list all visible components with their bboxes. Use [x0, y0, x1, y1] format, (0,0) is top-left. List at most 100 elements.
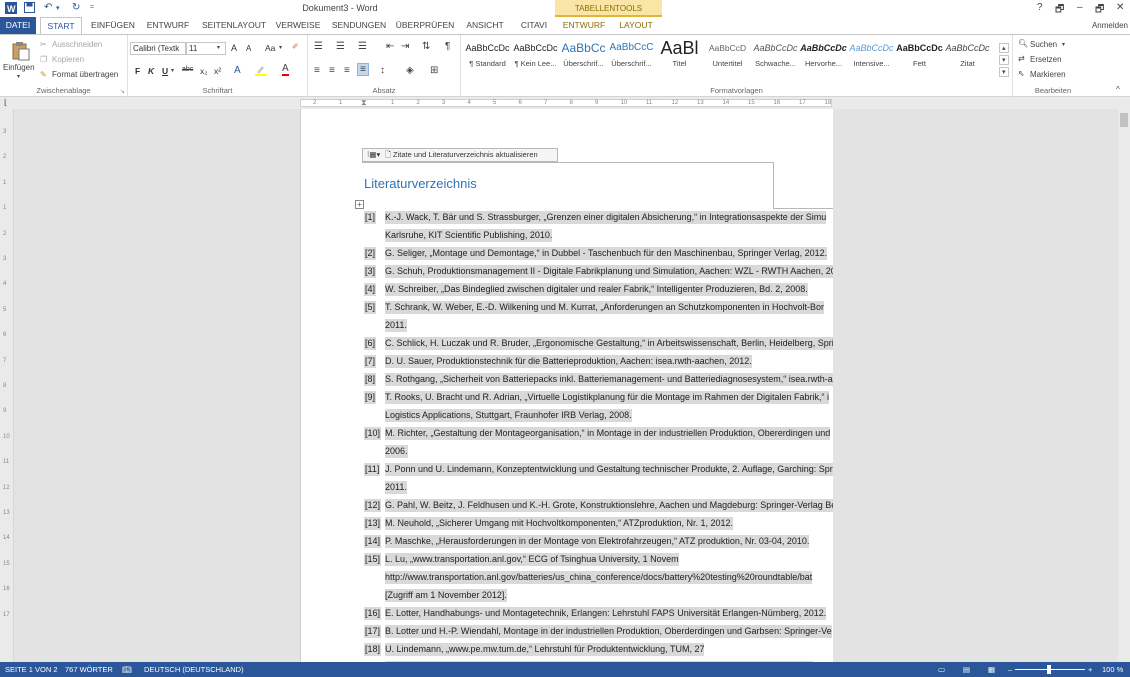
tab-start[interactable]: START [40, 17, 82, 35]
align-right-icon[interactable]: ≡ [344, 65, 350, 76]
close-button[interactable]: ✕ [1116, 2, 1124, 13]
change-case-button[interactable]: Aa [265, 43, 275, 53]
style-item[interactable]: AaBbCcC Überschrif... [608, 37, 655, 79]
tab-ansicht[interactable]: ANSICHT [462, 17, 508, 34]
style-item[interactable]: AaBbCcDc ¶ Standard [464, 37, 511, 79]
copy-icon[interactable]: ❐ [40, 55, 47, 64]
paste-button[interactable]: Einfügen [3, 63, 35, 72]
select-icon[interactable]: ⇖ [1018, 69, 1025, 78]
style-item[interactable]: AaBbCcDc Zitat [944, 37, 991, 79]
style-item[interactable]: AaBl Titel [656, 37, 703, 79]
strikethrough-button[interactable]: abc [182, 66, 193, 73]
copy-button[interactable]: Kopieren [52, 55, 84, 64]
word-count[interactable]: 767 WÖRTER [65, 662, 113, 677]
citavi-update-icon[interactable]: 🗋︎ [385, 149, 391, 161]
cut-icon[interactable]: ✂ [40, 40, 47, 49]
paste-dropdown-icon[interactable]: ▾ [17, 73, 20, 80]
citavi-update-button[interactable]: Zitate und Literaturverzeichnis aktualis… [393, 150, 538, 159]
increase-indent-icon[interactable]: ⇥ [401, 41, 409, 52]
superscript-button[interactable]: x² [214, 66, 221, 76]
help-button[interactable]: ? [1037, 2, 1043, 13]
sort-icon[interactable]: ⇅ [422, 41, 430, 52]
vertical-scrollbar[interactable] [1118, 109, 1130, 662]
font-family-select[interactable]: Calibri (Textk [130, 42, 186, 55]
clipboard-launcher-icon[interactable]: ↘ [120, 88, 125, 95]
indent-marker-icon[interactable]: ⧗ [361, 98, 367, 108]
italic-button[interactable]: K [148, 66, 154, 76]
shrink-font-button[interactable]: A [246, 44, 251, 53]
zoom-slider-knob[interactable] [1047, 665, 1051, 674]
citavi-field-icon[interactable]: ⁝▦▾ [367, 149, 380, 161]
ruler-bar[interactable]: 2 1 1 2 3 4 5 6 7 8 9 10 11 12 13 14 15 16 17 18 ⧗ [300, 98, 832, 108]
tab-ueberpruefen[interactable]: ÜBERPRÜFEN [394, 17, 456, 34]
tab-tabletools-layout[interactable]: LAYOUT [614, 17, 658, 34]
change-case-dropdown-icon[interactable]: ▾ [279, 44, 282, 51]
tab-einfuegen[interactable]: EINFÜGEN [88, 17, 138, 34]
zoom-out-button[interactable]: – [1008, 662, 1012, 677]
citavi-toolbar[interactable]: ⁝▦▾ 🗋︎ Zitate und Literaturverzeichnis a… [362, 148, 558, 162]
style-item[interactable]: AaBbCcDc ¶ Kein Lee... [512, 37, 559, 79]
format-painter-icon[interactable]: ✎ [40, 70, 47, 79]
multilevel-list-icon[interactable]: ☰ [358, 41, 367, 52]
tab-selector-icon[interactable]: ⌊ [4, 98, 7, 107]
document-page[interactable]: ⁝▦▾ 🗋︎ Zitate und Literaturverzeichnis a… [300, 109, 833, 662]
tab-verweise[interactable]: VERWEISE [274, 17, 322, 34]
underline-button[interactable]: U [162, 66, 168, 76]
grow-font-button[interactable]: A [231, 43, 237, 53]
style-item[interactable]: AaBbCcDc Intensive... [848, 37, 895, 79]
cut-button[interactable]: Ausschneiden [52, 40, 102, 49]
zoom-in-button[interactable]: + [1088, 662, 1092, 677]
select-button[interactable]: Markieren [1030, 70, 1066, 79]
tab-datei[interactable]: DATEI [0, 17, 36, 34]
underline-dropdown-icon[interactable]: ▾ [171, 67, 174, 74]
style-item[interactable]: AaBbCcD Untertitel [704, 37, 751, 79]
tab-sendungen[interactable]: SENDUNGEN [328, 17, 390, 34]
bullets-icon[interactable]: ☰ [314, 41, 323, 52]
vertical-ruler[interactable]: 3 2 1 1 2 3 4 5 6 7 8 9 10 11 12 13 14 15 16 17 [0, 109, 14, 662]
clear-formatting-icon[interactable]: ✐ [292, 42, 299, 51]
read-mode-icon[interactable]: ▭ [938, 662, 945, 677]
styles-more-icon[interactable]: ▾ [999, 67, 1009, 77]
print-layout-icon[interactable]: ▤ [963, 662, 970, 677]
align-left-icon[interactable]: ≡ [314, 65, 320, 76]
style-item[interactable]: AaBbCcDc Fett [896, 37, 943, 79]
search-button[interactable]: Suchen [1030, 40, 1057, 49]
paste-icon[interactable] [11, 41, 31, 63]
page-indicator[interactable]: SEITE 1 VON 2 [5, 662, 58, 677]
replace-button[interactable]: Ersetzen [1030, 55, 1062, 64]
proofing-icon[interactable]: 📖︎ [122, 662, 132, 677]
zoom-level[interactable]: 100 % [1102, 662, 1123, 677]
line-spacing-icon[interactable]: ↕ [380, 65, 385, 76]
styles-scroll-up-icon[interactable]: ▴ [999, 43, 1009, 53]
style-item[interactable]: AaBbCc Überschrif... [560, 37, 607, 79]
show-formatting-icon[interactable]: ¶ [445, 41, 450, 52]
borders-icon[interactable]: ⊞ [430, 65, 438, 76]
align-center-icon[interactable]: ≡ [329, 65, 335, 76]
signin-link[interactable]: Anmelden [1092, 17, 1128, 34]
font-size-dropdown-icon[interactable]: ▾ [217, 44, 220, 51]
style-item[interactable]: AaBbCcDc Hervorhe... [800, 37, 847, 79]
table-move-handle-icon[interactable]: + [355, 200, 364, 209]
replace-icon[interactable]: ⇄ [1018, 54, 1025, 63]
collapse-ribbon-icon[interactable]: ^ [1116, 85, 1120, 94]
bold-button[interactable]: F [135, 66, 140, 76]
web-layout-icon[interactable]: ▦ [988, 662, 995, 677]
minimize-button[interactable]: – [1077, 2, 1083, 13]
style-item[interactable]: AaBbCcDc Schwache... [752, 37, 799, 79]
horizontal-ruler[interactable]: ⌊ 2 1 1 2 3 4 5 6 7 8 9 10 11 12 13 14 15 16 17 18 ⧗ [0, 97, 1130, 109]
numbering-icon[interactable]: ☰ [336, 41, 345, 52]
justify-icon[interactable]: ≡ [357, 63, 369, 76]
decrease-indent-icon[interactable]: ⇤ [386, 41, 394, 52]
tab-seitenlayout[interactable]: SEITENLAYOUT [198, 17, 270, 34]
scrollbar-thumb[interactable] [1120, 113, 1128, 127]
search-icon[interactable]: 🔍︎ [1018, 39, 1028, 48]
subscript-button[interactable]: x₂ [200, 66, 208, 76]
font-color-icon[interactable]: A [282, 64, 289, 76]
tab-entwurf[interactable]: ENTWURF [142, 17, 194, 34]
text-effects-icon[interactable]: A [234, 65, 241, 76]
language-indicator[interactable]: DEUTSCH (DEUTSCHLAND) [144, 662, 244, 677]
shading-icon[interactable]: ◈ [406, 65, 414, 76]
format-painter-button[interactable]: Format übertragen [52, 70, 118, 79]
tab-citavi[interactable]: CITAVI [514, 17, 554, 34]
tab-tabletools-entwurf[interactable]: ENTWURF [560, 17, 608, 34]
